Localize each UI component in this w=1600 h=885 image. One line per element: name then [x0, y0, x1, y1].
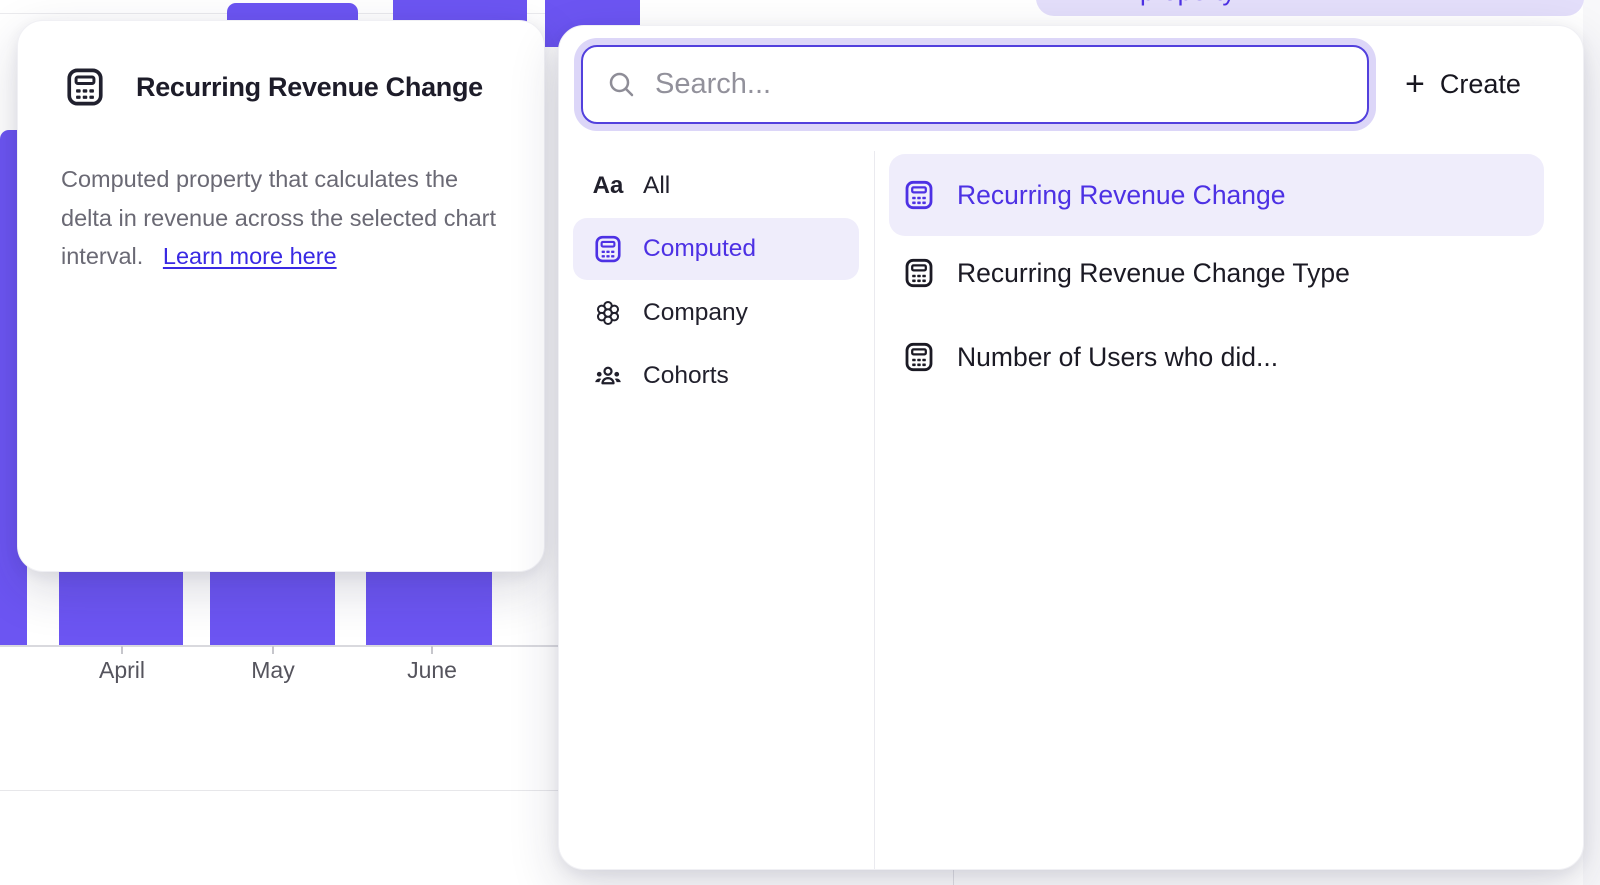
category-item-all[interactable]: Aa All	[573, 166, 859, 206]
create-button[interactable]: + Create	[1405, 62, 1521, 106]
background-vertical-line	[953, 868, 954, 885]
axis-tick	[121, 646, 123, 654]
category-label: Company	[643, 299, 748, 327]
tooltip-description: Computed property that calculates the de…	[61, 160, 521, 276]
description-line: interval. Learn more here	[61, 237, 521, 276]
property-tooltip-card: Recurring Revenue Change Computed proper…	[17, 20, 545, 572]
search-input[interactable]	[653, 67, 1367, 102]
search-box[interactable]	[581, 45, 1369, 124]
description-line: Computed property that calculates the	[61, 160, 521, 199]
text-aa-icon: Aa	[593, 171, 623, 201]
description-line: delta in revenue across the selected cha…	[61, 199, 521, 238]
calculator-icon	[903, 257, 935, 289]
plus-icon: +	[1405, 67, 1425, 101]
category-item-cohorts[interactable]: Cohorts	[573, 356, 859, 396]
x-label-june: June	[407, 657, 457, 684]
result-item-recurring-revenue-change-type[interactable]: Recurring Revenue Change Type	[889, 232, 1544, 314]
clipped-property-chip[interactable]: property	[1036, 0, 1584, 16]
category-item-company[interactable]: Company	[573, 293, 859, 333]
x-label-april: April	[99, 657, 145, 684]
result-label: Recurring Revenue Change Type	[957, 258, 1350, 289]
x-axis-line	[0, 645, 558, 647]
axis-tick	[272, 646, 274, 654]
axis-tick	[431, 646, 433, 654]
panel-divider	[874, 151, 875, 869]
category-label: Cohorts	[643, 362, 729, 390]
x-label-may: May	[251, 657, 294, 684]
tooltip-title: Recurring Revenue Change	[136, 72, 483, 103]
result-item-number-of-users[interactable]: Number of Users who did...	[889, 316, 1544, 398]
calculator-icon	[903, 341, 935, 373]
search-icon	[607, 70, 637, 100]
screen: April May June property Recurring Revenu…	[0, 0, 1600, 885]
property-picker-panel: + Create Aa All Computed	[558, 25, 1584, 870]
clipped-chip-text: property	[1140, 0, 1235, 7]
description-line3-prefix: interval.	[61, 243, 143, 269]
calculator-icon	[593, 234, 623, 264]
background-strip	[1583, 0, 1600, 885]
section-divider-line	[0, 790, 558, 791]
result-item-recurring-revenue-change[interactable]: Recurring Revenue Change	[889, 154, 1544, 236]
learn-more-link[interactable]: Learn more here	[163, 243, 337, 269]
cluster-icon	[593, 298, 623, 328]
result-label: Recurring Revenue Change	[957, 180, 1286, 211]
category-label: Computed	[643, 235, 756, 263]
calculator-icon	[64, 66, 106, 108]
category-label: All	[643, 172, 670, 200]
category-item-computed[interactable]: Computed	[573, 229, 859, 269]
create-button-label: Create	[1440, 69, 1521, 100]
people-icon	[593, 361, 623, 391]
calculator-icon	[903, 179, 935, 211]
result-label: Number of Users who did...	[957, 342, 1278, 373]
